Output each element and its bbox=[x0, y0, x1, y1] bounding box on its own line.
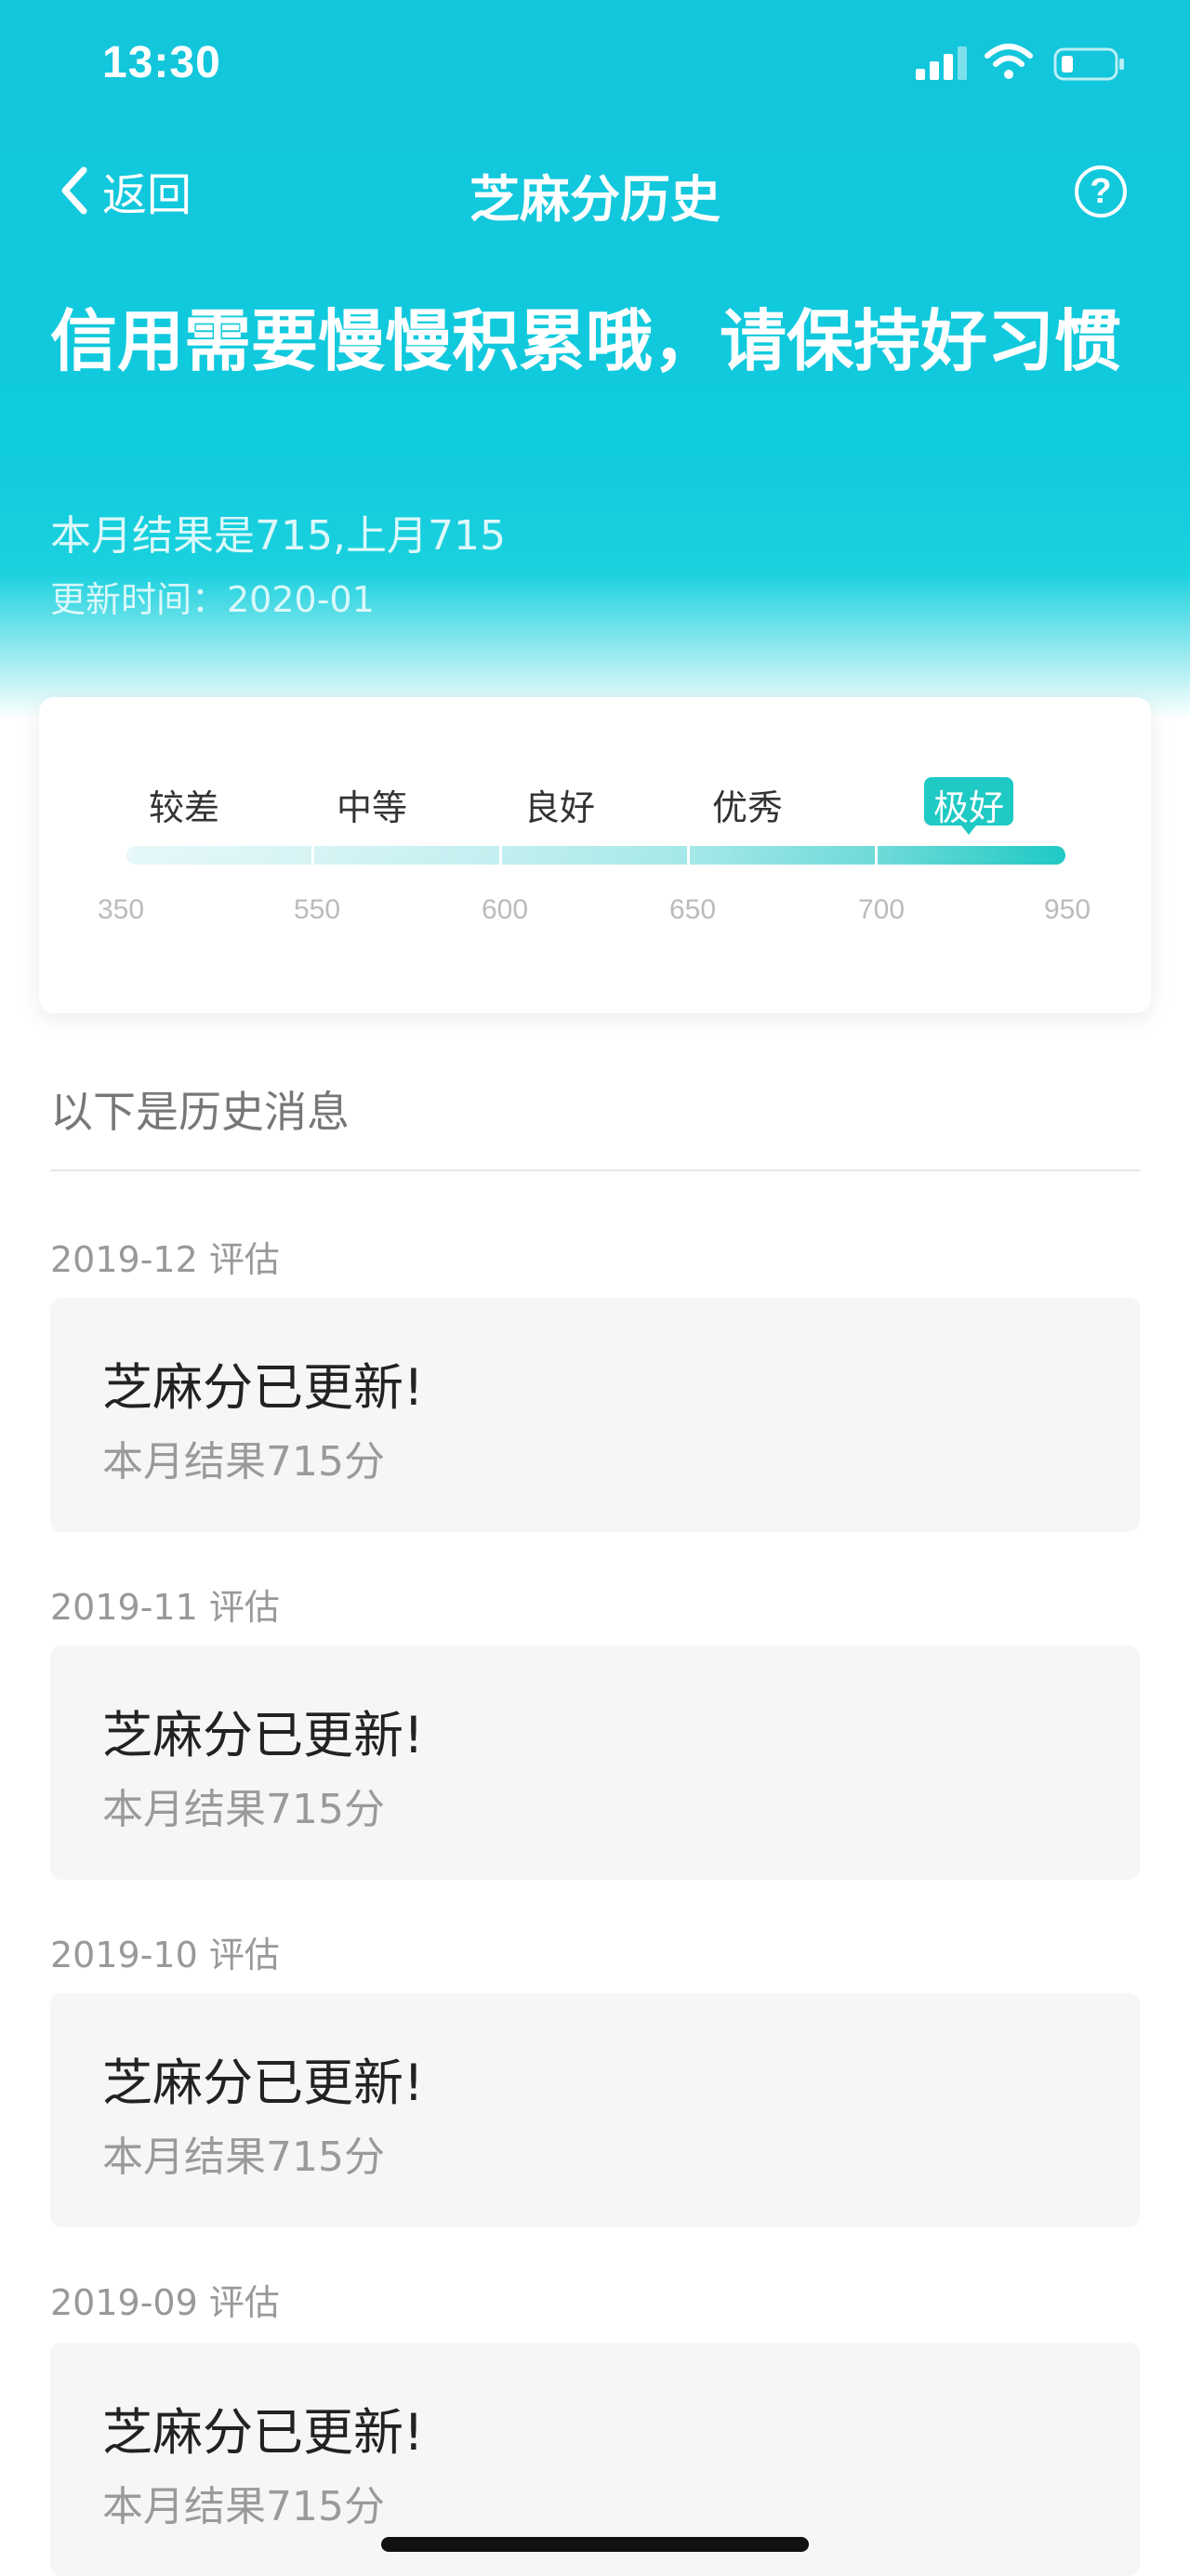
signal-icon bbox=[916, 46, 967, 80]
level-excellent: 优秀 bbox=[711, 787, 783, 828]
history-item[interactable]: 芝麻分已更新! 本月结果715分 bbox=[50, 1645, 1140, 1880]
navigation-bar: 返回 芝麻分历史 ? bbox=[0, 139, 1190, 242]
history-item[interactable]: 芝麻分已更新! 本月结果715分 bbox=[50, 1993, 1140, 2227]
wifi-icon bbox=[985, 44, 1033, 79]
status-bar: 13:30 bbox=[0, 0, 1190, 130]
entry-date: 2019-12 评估 bbox=[50, 1239, 280, 1280]
tick-label: 650 bbox=[668, 894, 717, 925]
level-medium: 中等 bbox=[336, 787, 407, 828]
tick-label: 350 bbox=[97, 894, 145, 925]
entry-detail: 本月结果715分 bbox=[102, 1438, 385, 1486]
update-time: 更新时间：2020-01 bbox=[50, 579, 375, 620]
entry-title: 芝麻分已更新! bbox=[102, 2403, 424, 2462]
page-title: 芝麻分历史 bbox=[469, 170, 721, 229]
home-indicator[interactable] bbox=[381, 2537, 809, 2552]
entry-detail: 本月结果715分 bbox=[102, 2483, 385, 2530]
entry-title: 芝麻分已更新! bbox=[102, 1706, 424, 1764]
tick-label: 550 bbox=[293, 894, 341, 925]
divider bbox=[50, 1169, 1140, 1171]
level-good: 良好 bbox=[523, 787, 595, 828]
range-segment bbox=[878, 846, 1065, 865]
range-segment bbox=[126, 846, 314, 865]
tick-label: 700 bbox=[857, 894, 906, 925]
entry-date: 2019-10 评估 bbox=[50, 1935, 280, 1975]
entry-detail: 本月结果715分 bbox=[102, 2133, 385, 2181]
history-section-title: 以下是历史消息 bbox=[50, 1087, 350, 1137]
entry-title: 芝麻分已更新! bbox=[102, 1358, 424, 1417]
range-segment bbox=[314, 846, 502, 865]
help-circle-icon[interactable]: ? bbox=[1075, 165, 1127, 218]
score-summary: 本月结果是715,上月715 bbox=[50, 512, 506, 560]
level-poor: 较差 bbox=[148, 787, 219, 828]
entry-title: 芝麻分已更新! bbox=[102, 2054, 424, 2112]
history-item[interactable]: 芝麻分已更新! 本月结果715分 bbox=[50, 1298, 1140, 1532]
range-segment bbox=[690, 846, 878, 865]
entry-date: 2019-09 评估 bbox=[50, 2282, 280, 2323]
range-segment bbox=[502, 846, 690, 865]
help-symbol: ? bbox=[1090, 171, 1112, 211]
score-range-bar bbox=[126, 846, 1065, 865]
entry-date: 2019-11 评估 bbox=[50, 1587, 280, 1628]
status-time: 13:30 bbox=[102, 38, 221, 87]
tick-label: 950 bbox=[1043, 894, 1091, 925]
score-range-card: 较差 中等 良好 优秀 极好 350 550 600 650 700 950 bbox=[39, 697, 1151, 1013]
battery-icon bbox=[1053, 47, 1124, 81]
level-outstanding: 极好 bbox=[932, 787, 1004, 828]
tick-label: 600 bbox=[481, 894, 529, 925]
entry-detail: 本月结果715分 bbox=[102, 1786, 385, 1833]
headline: 信用需要慢慢积累哦，请保持好习惯 bbox=[50, 302, 1122, 380]
